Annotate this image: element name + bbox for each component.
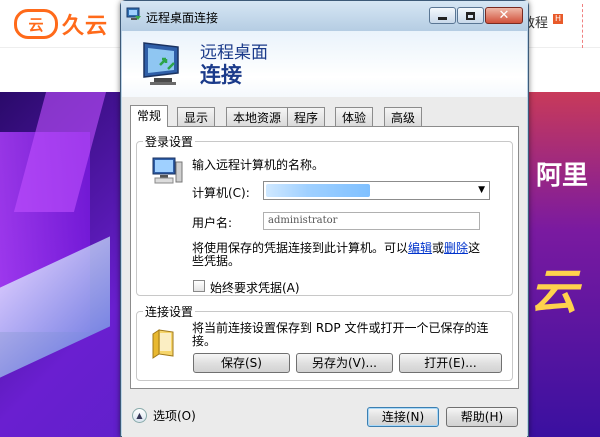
always-ask-credentials-checkbox[interactable] — [193, 280, 205, 292]
open-button[interactable]: 打开(E)... — [399, 353, 502, 373]
dashed-divider — [582, 4, 583, 48]
title-bar[interactable]: 远程桌面连接 ✕ — [121, 1, 528, 31]
close-icon: ✕ — [498, 8, 510, 23]
saved-credentials-info: 将使用保存的凭据连接到此计算机。可以编辑或删除这 些凭据。 — [192, 242, 480, 268]
remote-desktop-dialog: 远程桌面连接 ✕ 远程桌面 连接 常规 显示 本地资源 程序 体验 高级 登录设… — [120, 0, 529, 437]
options-label: 选项(O) — [153, 409, 196, 423]
info-text: 将使用保存的凭据连接到此计算机。可以 — [192, 241, 409, 255]
promo-title: 阿里 — [536, 161, 589, 191]
login-settings-label: 登录设置 — [143, 133, 196, 150]
close-button[interactable]: ✕ — [485, 7, 523, 24]
computer-icon — [152, 157, 183, 184]
edit-credentials-link[interactable]: 编辑 — [408, 241, 432, 255]
info-or: 或 — [432, 241, 445, 255]
computer-label: 计算机(C): — [192, 186, 250, 200]
computer-combobox[interactable]: ▼ — [263, 181, 490, 200]
minimize-button[interactable] — [429, 7, 456, 24]
info-text-line2: 些凭据。 — [192, 254, 241, 268]
tab-programs[interactable]: 程序 — [287, 107, 326, 126]
general-tab-panel: 登录设置 输入远程计算机的名称。 计算机(C): ▼ 用户名: administ… — [130, 126, 519, 389]
save-as-button[interactable]: 另存为(V)... — [296, 353, 393, 373]
tab-local-resources[interactable]: 本地资源 — [226, 107, 289, 126]
minimize-icon — [438, 17, 447, 20]
logo-mark: 云 — [14, 9, 58, 39]
tab-experience[interactable]: 体验 — [335, 107, 374, 126]
tab-advanced[interactable]: 高级 — [384, 107, 423, 126]
maximize-button[interactable] — [457, 7, 484, 24]
info-text-tail: 这 — [468, 241, 481, 255]
help-button[interactable]: 帮助(H) — [446, 407, 518, 427]
always-ask-credentials-label[interactable]: 始终要求凭据(A) — [210, 279, 300, 296]
dialog-banner: 远程桌面 连接 — [122, 31, 527, 97]
banner-title-line2: 连接 — [200, 63, 242, 87]
save-button[interactable]: 保存(S) — [193, 353, 290, 373]
promo-mark: 云 — [530, 264, 579, 320]
delete-credentials-link[interactable]: 删除 — [444, 241, 468, 255]
connect-button[interactable]: 连接(N) — [367, 407, 439, 427]
connection-settings-description: 将当前连接设置保存到 RDP 文件或打开一个已保存的连 接。 — [192, 322, 488, 348]
folder-icon — [152, 329, 174, 359]
chevron-up-icon: ▲ — [132, 408, 147, 423]
computer-name-prompt: 输入远程计算机的名称。 — [192, 158, 325, 172]
hot-badge: H — [553, 14, 563, 24]
computer-value — [266, 184, 370, 197]
options-toggle[interactable]: ▲ 选项(O) — [132, 407, 196, 424]
connection-settings-label: 连接设置 — [143, 303, 196, 320]
tab-general[interactable]: 常规 — [130, 105, 169, 127]
remote-desktop-monitor-icon — [143, 42, 179, 85]
username-label: 用户名: — [192, 216, 233, 230]
maximize-icon — [466, 11, 475, 20]
window-title: 远程桌面连接 — [146, 11, 219, 25]
username-field[interactable]: administrator — [263, 212, 480, 230]
tab-display[interactable]: 显示 — [177, 107, 216, 126]
login-settings-group: 登录设置 输入远程计算机的名称。 计算机(C): ▼ 用户名: administ… — [136, 133, 513, 296]
logo-text: 久云 — [62, 14, 109, 39]
connection-settings-group: 连接设置 将当前连接设置保存到 RDP 文件或打开一个已保存的连 接。 保存(S… — [136, 303, 513, 381]
dropdown-arrow-icon[interactable]: ▼ — [478, 185, 485, 195]
remote-desktop-icon — [126, 7, 141, 20]
dialog-body: 常规 显示 本地资源 程序 体验 高级 登录设置 输入远程计算机的名称。 计算机… — [122, 97, 527, 437]
connection-text-line2: 接。 — [192, 334, 217, 348]
site-logo[interactable]: 云 久云 — [14, 8, 108, 40]
connection-text-line1: 将当前连接设置保存到 RDP 文件或打开一个已保存的连 — [192, 321, 489, 335]
